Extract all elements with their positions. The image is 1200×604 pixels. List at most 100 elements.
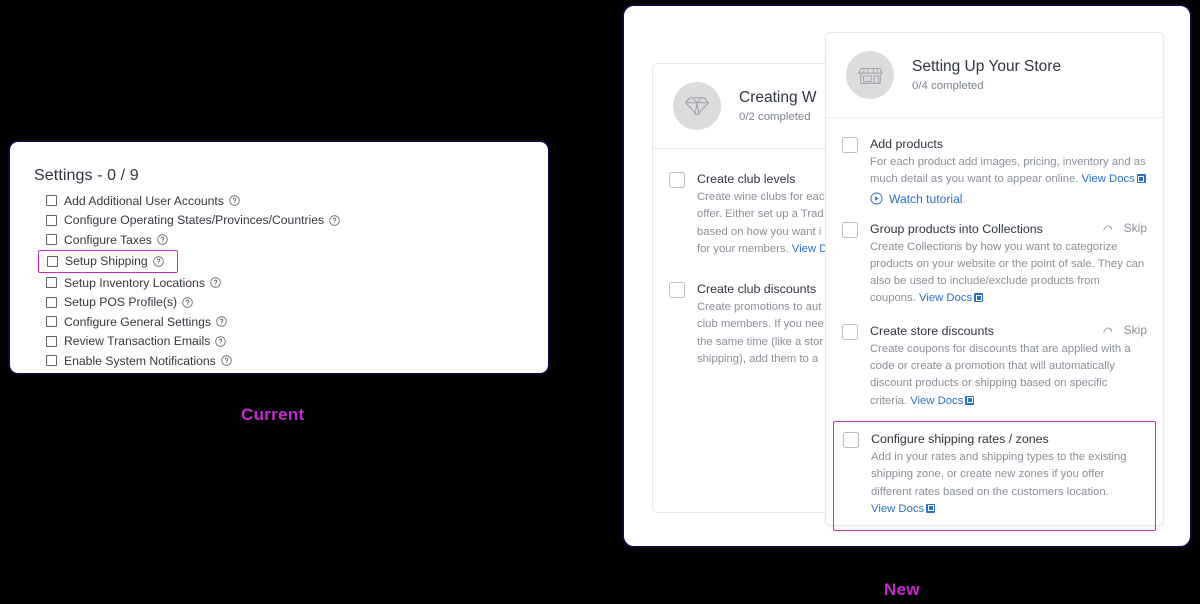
skip-button[interactable]: Skip — [1093, 323, 1147, 337]
checkbox[interactable] — [46, 214, 57, 226]
onboarding-card-setting-up-your-store: Setting Up Your Store 0/4 completed Add … — [825, 32, 1164, 532]
external-link-icon — [965, 395, 975, 405]
card-header-text: Setting Up Your Store 0/4 completed — [912, 58, 1061, 92]
question-circle-icon[interactable] — [210, 277, 221, 288]
task-description: Create Collections by how you want to ca… — [870, 239, 1147, 308]
watch-tutorial-label: Watch tutorial — [889, 191, 963, 206]
card-header-text: Creating W 0/2 completed — [739, 89, 817, 123]
checkbox[interactable] — [47, 255, 58, 267]
new-onboarding-panel: Creating W 0/2 completed Create club lev… — [622, 4, 1192, 548]
checkbox[interactable] — [46, 234, 57, 246]
settings-item-label: Configure Taxes — [64, 232, 152, 247]
settings-item-configure-general-settings[interactable]: Configure General Settings — [46, 312, 526, 332]
caption-current: Current — [241, 405, 305, 424]
card-header: Setting Up Your Store 0/4 completed — [826, 33, 1163, 118]
settings-item-label: Configure Operating States/Provinces/Cou… — [64, 213, 325, 228]
view-docs-label: View Docs — [1081, 173, 1135, 186]
desc-text: Add in your rates and shipping types to … — [871, 450, 1127, 498]
settings-item-setup-inventory-locations[interactable]: Setup Inventory Locations — [46, 273, 526, 293]
view-docs-link[interactable]: View Docs — [910, 394, 975, 407]
view-docs-label: View Docs — [919, 292, 973, 305]
checkbox[interactable] — [46, 277, 57, 289]
desc-line: Create promotions to aut — [697, 301, 822, 314]
task-configure-shipping-rates-zones[interactable]: Configure shipping rates / zones Add in … — [833, 420, 1156, 532]
desc-line: club members. If you nee — [697, 318, 824, 331]
view-docs-link[interactable]: View Docs — [871, 502, 936, 515]
settings-item-configure-operating-states[interactable]: Configure Operating States/Provinces/Cou… — [46, 211, 526, 231]
task-title: Configure shipping rates / zones — [871, 431, 1049, 446]
view-docs-link[interactable]: View D — [792, 243, 828, 255]
checkbox[interactable] — [46, 355, 57, 367]
view-docs-link[interactable]: View Docs — [919, 292, 984, 305]
caption-new: New — [884, 580, 920, 599]
checkbox[interactable] — [842, 137, 858, 153]
card-progress: 0/2 completed — [739, 111, 811, 123]
card-title: Creating W — [739, 89, 817, 106]
settings-item-setup-shipping[interactable]: Setup Shipping — [38, 249, 178, 273]
desc-line: based on how you want i — [697, 225, 822, 238]
task-group-products-into-collections[interactable]: Group products into Collections Skip Cre… — [842, 215, 1147, 317]
settings-item-add-additional-user-accounts[interactable]: Add Additional User Accounts — [46, 191, 526, 211]
view-docs-link[interactable]: View Docs — [1082, 173, 1146, 185]
current-settings-panel: Settings - 0 / 9 Add Additional User Acc… — [8, 140, 550, 375]
settings-item-enable-system-notifications[interactable]: Enable System Notifications — [46, 351, 526, 371]
play-circle-icon — [870, 192, 883, 205]
checkbox[interactable] — [46, 195, 57, 207]
skip-label: Skip — [1123, 322, 1147, 337]
settings-item-label: Setup Inventory Locations — [64, 275, 205, 290]
skip-button[interactable]: Skip — [1093, 221, 1147, 235]
question-circle-icon[interactable] — [216, 316, 227, 327]
question-circle-icon[interactable] — [215, 336, 227, 347]
question-circle-icon[interactable] — [229, 195, 240, 207]
diamond-icon — [673, 82, 721, 130]
settings-item-configure-taxes[interactable]: Configure Taxes — [46, 230, 526, 250]
page-title: Settings - 0 / 9 — [34, 167, 139, 184]
task-title: Create club levels — [697, 172, 796, 186]
checkbox[interactable] — [842, 323, 858, 340]
checkbox[interactable] — [46, 296, 57, 308]
desc-text: Create Collections by how you want to ca… — [870, 240, 1145, 305]
checkbox[interactable] — [46, 316, 57, 328]
checkbox[interactable] — [842, 221, 858, 238]
external-link-icon — [974, 293, 984, 303]
settings-item-setup-pos-profiles[interactable]: Setup POS Profile(s) — [46, 292, 526, 312]
view-docs-label: View Docs — [871, 502, 925, 515]
checkbox[interactable] — [46, 335, 57, 347]
settings-item-label: Add Additional User Accounts — [64, 193, 224, 208]
task-add-products[interactable]: Add products For each product add images… — [842, 130, 1147, 215]
question-circle-icon[interactable] — [157, 234, 168, 246]
settings-checklist: Add Additional User Accounts Configure O… — [32, 191, 526, 371]
card-progress: 0/4 completed — [912, 80, 984, 92]
watch-tutorial-link[interactable]: Watch tutorial — [870, 192, 1147, 206]
checkbox[interactable] — [843, 431, 859, 448]
settings-item-label: Enable System Notifications — [64, 353, 216, 368]
external-link-icon — [926, 503, 936, 513]
checkbox[interactable] — [669, 282, 685, 299]
skip-label: Skip — [1123, 220, 1147, 235]
task-create-store-discounts[interactable]: Create store discounts Skip Create coupo… — [842, 317, 1147, 419]
desc-line: for your members. — [697, 242, 792, 255]
question-circle-icon[interactable] — [329, 215, 340, 226]
card-task-list: Add products For each product add images… — [826, 118, 1163, 541]
task-description: Add in your rates and shipping types to … — [871, 449, 1146, 518]
external-link-icon — [1136, 174, 1146, 184]
task-title: Group products into Collections — [870, 221, 1043, 236]
desc-line: offer. Either set up a Trad — [697, 208, 824, 221]
settings-item-label: Setup Shipping — [65, 254, 148, 269]
checkbox[interactable] — [669, 172, 685, 188]
desc-line: Create wine clubs for eac — [697, 191, 825, 203]
settings-item-label: Configure General Settings — [64, 314, 212, 329]
question-circle-icon[interactable] — [221, 355, 232, 367]
settings-item-label: Review Transaction Emails — [64, 334, 211, 349]
task-description: For each product add images, pricing, in… — [870, 154, 1147, 189]
task-description: Create coupons for discounts that are ap… — [870, 341, 1147, 410]
skip-arrow-icon — [1102, 325, 1118, 335]
task-title: Add products — [870, 137, 944, 151]
question-circle-icon[interactable] — [182, 296, 193, 308]
card-title: Setting Up Your Store — [912, 58, 1062, 75]
view-docs-label: View Docs — [910, 394, 964, 407]
desc-line: shipping), add them to a — [697, 353, 819, 366]
settings-item-review-transaction-emails[interactable]: Review Transaction Emails — [46, 332, 526, 352]
task-title: Create club discounts — [697, 282, 817, 297]
question-circle-icon[interactable] — [152, 256, 164, 267]
